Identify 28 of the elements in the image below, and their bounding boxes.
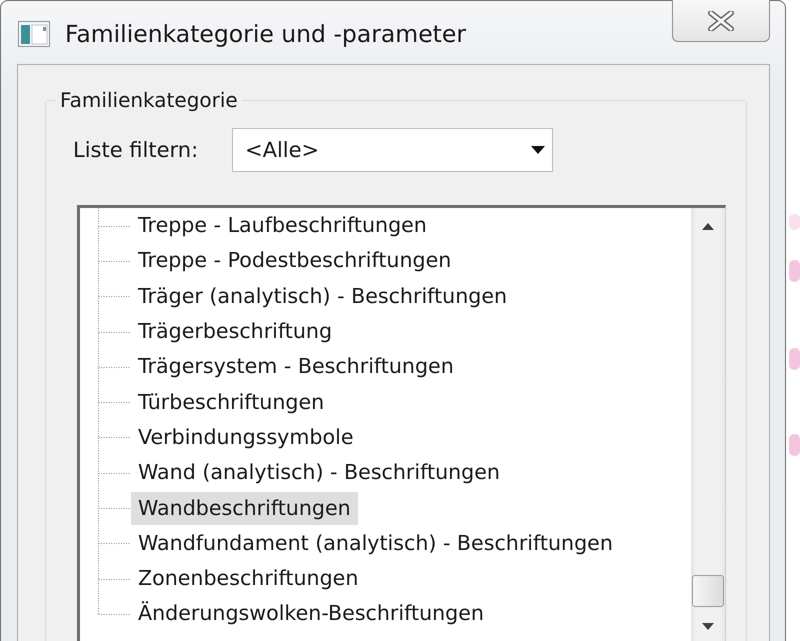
filter-label: Liste filtern:: [73, 138, 200, 162]
filter-dropdown[interactable]: <Alle>: [232, 128, 553, 172]
tree-item[interactable]: Trägerbeschriftung: [131, 315, 340, 348]
window-icon: [18, 21, 50, 47]
tree-item[interactable]: Wandbeschriftungen: [131, 492, 358, 525]
edge-mark: [789, 348, 800, 370]
tree-item[interactable]: Treppe - Laufbeschriftungen: [131, 209, 434, 242]
caret-icon: [531, 146, 545, 154]
tree-item[interactable]: Zonenbeschriftungen: [131, 562, 366, 596]
edge-mark: [789, 434, 800, 456]
tree-item[interactable]: Wandfundament (analytisch) - Beschriftungen: [131, 526, 620, 560]
close-button[interactable]: [672, 0, 770, 42]
tree-item[interactable]: Verbindungssymbole: [131, 420, 360, 454]
edge-mark: [789, 260, 800, 282]
group-title: Familienkategorie: [59, 89, 239, 111]
tree-item[interactable]: Türbeschriftungen: [131, 386, 332, 419]
tree-item[interactable]: Treppe - Podestbeschriftungen: [131, 244, 458, 278]
up-arrow-icon: [702, 222, 714, 230]
tree-item[interactable]: Änderungswolken-Beschriftungen: [131, 597, 491, 630]
down-arrow-icon: [702, 622, 714, 630]
window-title: Familienkategorie und -parameter: [65, 20, 466, 48]
tree-item[interactable]: Träger (analytisch) - Beschriftungen: [131, 280, 514, 313]
scrollbar-track[interactable]: [691, 208, 725, 641]
close-icon: [708, 10, 734, 30]
tree-item[interactable]: Wand (analytisch) - Beschriftungen: [131, 456, 507, 490]
tree-item[interactable]: Trägersystem - Beschriftungen: [131, 350, 461, 384]
scrollbar-thumb[interactable]: [692, 575, 724, 607]
edge-mark: [789, 214, 800, 230]
